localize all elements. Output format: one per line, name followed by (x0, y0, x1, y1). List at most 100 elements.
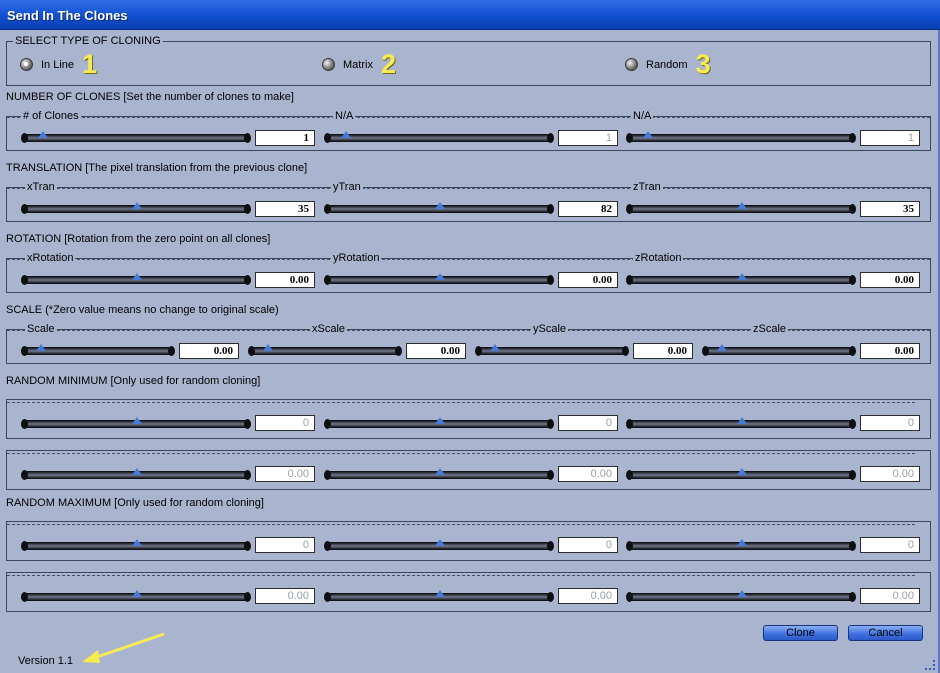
random-min-y-slider[interactable] (324, 417, 554, 429)
slider-thumb-icon[interactable] (490, 344, 500, 351)
random-min-xrot-field[interactable]: 0.00 (255, 466, 315, 482)
ztran-field[interactable]: 35 (860, 201, 920, 217)
scale-label: SCALE (*Zero value means no change to or… (6, 304, 279, 316)
zscale-field[interactable]: 0.00 (860, 343, 920, 359)
random-max-zrot-slider[interactable] (626, 590, 856, 602)
zscale-slider[interactable] (702, 344, 856, 356)
random-min-yrot-field[interactable]: 0.00 (558, 466, 618, 482)
random-min-zrot-slider[interactable] (626, 468, 856, 480)
slider-thumb-icon[interactable] (435, 590, 445, 597)
xrotation-field[interactable]: 0.00 (255, 272, 315, 288)
ytran-field[interactable]: 82 (558, 201, 618, 217)
number-of-clones-group: # of Clones N/A N/A 1 1 1 (6, 110, 931, 151)
scale-uniform-label: Scale (25, 323, 57, 335)
random-max-y-slider[interactable] (324, 539, 554, 551)
random-max-x-slider[interactable] (21, 539, 251, 551)
clone-button[interactable]: Clone (763, 625, 838, 641)
slider-thumb-icon[interactable] (132, 468, 142, 475)
yrotation-slider[interactable] (324, 273, 554, 285)
zrotation-field[interactable]: 0.00 (860, 272, 920, 288)
ztran-label: zTran (631, 181, 663, 193)
random-min-xrot-slider[interactable] (21, 468, 251, 480)
ytran-slider[interactable] (324, 202, 554, 214)
random-min-x-slider[interactable] (21, 417, 251, 429)
xtran-slider[interactable] (21, 202, 251, 214)
random-max-x-field[interactable]: 0 (255, 537, 315, 553)
slider-thumb-icon[interactable] (435, 539, 445, 546)
random-max-y-field[interactable]: 0 (558, 537, 618, 553)
xscale-slider[interactable] (248, 344, 402, 356)
slider-thumb-icon[interactable] (737, 539, 747, 546)
slider-thumb-icon[interactable] (435, 273, 445, 280)
translation-group: xTran yTran zTran 35 82 35 (6, 181, 931, 222)
slider-thumb-icon[interactable] (132, 202, 142, 209)
slider-thumb-icon[interactable] (341, 131, 351, 138)
slider-thumb-icon[interactable] (132, 417, 142, 424)
scale-uniform-slider[interactable] (21, 344, 175, 356)
random-max-xrot-slider[interactable] (21, 590, 251, 602)
yscale-field[interactable]: 0.00 (633, 343, 693, 359)
resize-grip-icon[interactable] (925, 660, 935, 670)
random-max-zrot-field[interactable]: 0.00 (860, 588, 920, 604)
na-slider-2[interactable] (626, 131, 856, 143)
zrotation-label: zRotation (633, 252, 684, 264)
title-bar[interactable]: Send In The Clones (0, 0, 940, 30)
random-maximum-group-1: 0 0 0 (6, 521, 931, 561)
group-divider (7, 188, 930, 189)
slider-thumb-icon[interactable] (737, 468, 747, 475)
slider-thumb-icon[interactable] (263, 344, 273, 351)
slider-thumb-icon[interactable] (36, 344, 46, 351)
slider-thumb-icon[interactable] (737, 417, 747, 424)
random-max-xrot-field[interactable]: 0.00 (255, 588, 315, 604)
cancel-button[interactable]: Cancel (848, 625, 923, 641)
scale-uniform-field[interactable]: 0.00 (179, 343, 239, 359)
version-label: Version 1.1 (18, 655, 74, 667)
slider-thumb-icon[interactable] (737, 590, 747, 597)
clones-count-slider[interactable] (21, 131, 251, 143)
radio-matrix[interactable]: Matrix 2 (322, 51, 396, 78)
slider-thumb-icon[interactable] (737, 273, 747, 280)
xrotation-slider[interactable] (21, 273, 251, 285)
yscale-slider[interactable] (475, 344, 629, 356)
radio-in-line[interactable]: In Line 1 (20, 51, 97, 78)
ztran-slider[interactable] (626, 202, 856, 214)
slider-thumb-icon[interactable] (717, 344, 727, 351)
slider-thumb-icon[interactable] (132, 539, 142, 546)
xscale-field[interactable]: 0.00 (406, 343, 466, 359)
slider-thumb-icon[interactable] (38, 131, 48, 138)
random-min-zrot-field[interactable]: 0.00 (860, 466, 920, 482)
random-min-z-field[interactable]: 0 (860, 415, 920, 431)
slider-thumb-icon[interactable] (435, 202, 445, 209)
radio-unselected-icon (322, 58, 335, 71)
yrotation-label: yRotation (331, 252, 382, 264)
group-divider (7, 524, 915, 525)
random-min-y-field[interactable]: 0 (558, 415, 618, 431)
random-min-x-field[interactable]: 0 (255, 415, 315, 431)
group-divider (7, 117, 930, 118)
slider-thumb-icon[interactable] (435, 468, 445, 475)
random-max-yrot-field[interactable]: 0.00 (558, 588, 618, 604)
random-min-z-slider[interactable] (626, 417, 856, 429)
yrotation-field[interactable]: 0.00 (558, 272, 618, 288)
clones-count-field[interactable]: 1 (255, 130, 315, 146)
na-slider-1[interactable] (324, 131, 554, 143)
radio-random[interactable]: Random 3 (625, 51, 711, 78)
xtran-field[interactable]: 35 (255, 201, 315, 217)
window-title: Send In The Clones (7, 8, 128, 23)
slider-thumb-icon[interactable] (643, 131, 653, 138)
radio-in-line-label: In Line (41, 58, 75, 71)
zrotation-slider[interactable] (626, 273, 856, 285)
slider-thumb-icon[interactable] (132, 273, 142, 280)
slider-thumb-icon[interactable] (132, 590, 142, 597)
random-max-z-field[interactable]: 0 (860, 537, 920, 553)
annotation-arrow-icon (82, 632, 165, 663)
random-min-yrot-slider[interactable] (324, 468, 554, 480)
na-field-1[interactable]: 1 (558, 130, 618, 146)
radio-random-label: Random (646, 58, 688, 71)
na-field-2[interactable]: 1 (860, 130, 920, 146)
random-max-z-slider[interactable] (626, 539, 856, 551)
slider-thumb-icon[interactable] (435, 417, 445, 424)
random-max-yrot-slider[interactable] (324, 590, 554, 602)
group-divider (7, 259, 930, 260)
slider-thumb-icon[interactable] (737, 202, 747, 209)
